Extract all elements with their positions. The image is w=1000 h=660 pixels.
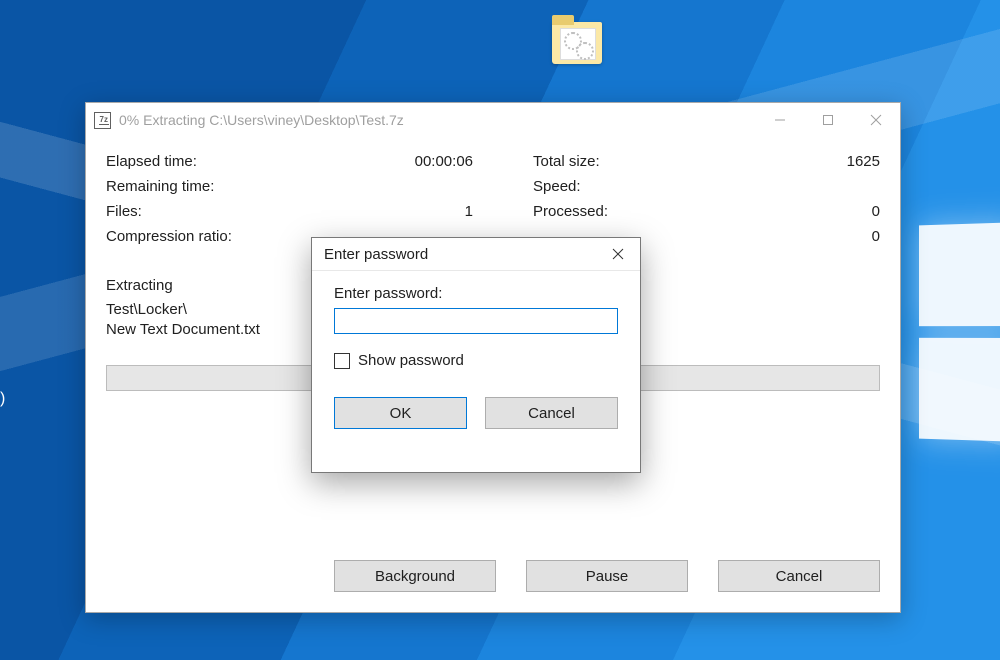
file-path-name: New Text Document.txt [106,321,260,338]
windows-logo-icon [919,218,1000,445]
elapsed-value: 00:00:06 [276,153,473,170]
compressed-value: 0 [683,228,880,245]
modal-cancel-button[interactable]: Cancel [485,397,618,429]
app-icon: 7z [94,112,111,129]
background-button[interactable]: Background [334,560,496,592]
cancel-button[interactable]: Cancel [718,560,880,592]
modal-close-button[interactable] [596,238,640,270]
password-modal: Enter password Enter password: Show pass… [311,237,641,473]
processed-label: Processed: [533,203,683,220]
show-password-checkbox[interactable] [334,353,350,369]
desktop-folder-icon[interactable] [552,22,602,64]
pause-button[interactable]: Pause [526,560,688,592]
total-value: 1625 [683,153,880,170]
files-value: 1 [276,203,473,220]
remaining-value [276,178,473,195]
speed-label: Speed: [533,178,683,195]
minimize-button[interactable] [756,103,804,137]
stray-text: ) [0,390,5,408]
password-label: Enter password: [334,285,618,302]
maximize-button[interactable] [804,103,852,137]
show-password-label: Show password [358,352,464,369]
elapsed-label: Elapsed time: [106,153,276,170]
modal-ok-button[interactable]: OK [334,397,467,429]
modal-title: Enter password [324,246,596,263]
remaining-label: Remaining time: [106,178,276,195]
window-title: 0% Extracting C:\Users\viney\Desktop\Tes… [119,112,756,128]
close-button[interactable] [852,103,900,137]
password-input[interactable] [334,308,618,334]
modal-titlebar[interactable]: Enter password [312,238,640,271]
speed-value [683,178,880,195]
ratio-label: Compression ratio: [106,228,276,245]
total-label: Total size: [533,153,683,170]
processed-value: 0 [683,203,880,220]
file-path-dir: Test\Locker\ [106,301,187,318]
titlebar[interactable]: 7z 0% Extracting C:\Users\viney\Desktop\… [86,103,900,137]
stats-grid: Elapsed time: 00:00:06 Total size: 1625 … [106,153,880,245]
files-label: Files: [106,203,276,220]
